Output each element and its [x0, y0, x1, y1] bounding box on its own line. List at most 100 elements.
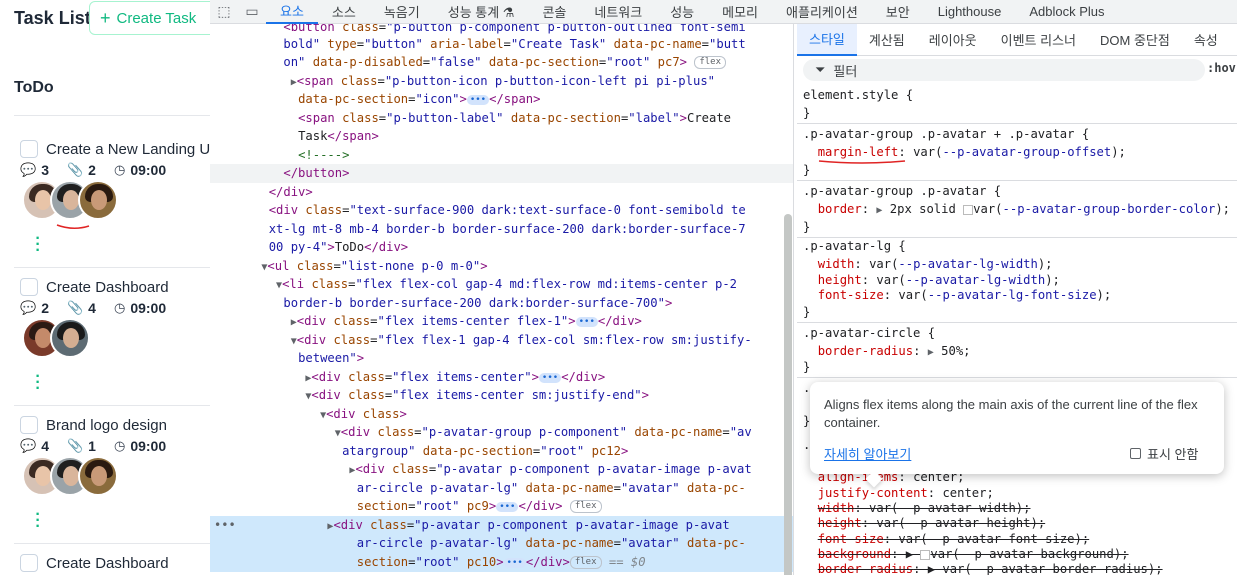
style-rule-selector[interactable]: .p-avatar-group .p-avatar + .p-avatar {	[803, 125, 1089, 143]
task-name: Brand logo design	[46, 416, 167, 434]
ellipsis-badge[interactable]: •••	[503, 557, 526, 568]
dont-show-label: 표시 안함	[1147, 447, 1199, 462]
styles-tab-bar: 스타일 계산됨 레이아웃 이벤트 리스너 DOM 중단점 속성	[797, 24, 1237, 56]
task-checkbox[interactable]	[20, 140, 38, 158]
style-declaration-overridden[interactable]: border-radius: ▶ var(--p-avatar-border-r…	[803, 560, 1163, 575]
avatar[interactable]	[78, 180, 118, 220]
learn-more-link[interactable]: 자세히 알아보기	[824, 444, 911, 463]
tab-memory[interactable]: 메모리	[708, 0, 772, 24]
dom-line[interactable]: xt-lg mt-8 mb-4 border-b border-surface-…	[210, 220, 793, 239]
task-checkbox[interactable]	[20, 416, 38, 434]
dom-line[interactable]: section="root" pc9> ••• </div> flex	[210, 497, 793, 516]
more-options-icon[interactable]: · · ·	[35, 231, 41, 259]
tooltip-text: Aligns flex items along the main axis of…	[824, 397, 1198, 430]
tab-network[interactable]: 네트워크	[580, 0, 656, 24]
dom-line[interactable]: ▼<div class="p-avatar-group p-component"…	[210, 423, 793, 444]
avatar-group	[22, 318, 90, 358]
dom-line[interactable]: border-b border-surface-200 dark:border-…	[210, 294, 793, 313]
style-rule-selector[interactable]: .p-avatar-circle {	[803, 324, 935, 342]
tab-sources[interactable]: 소스	[318, 0, 370, 24]
tab-recorder[interactable]: 녹음기	[370, 0, 434, 24]
avatar[interactable]	[78, 456, 118, 496]
hover-state-toggle[interactable]: :hov	[1207, 61, 1236, 75]
color-swatch[interactable]	[963, 204, 974, 215]
scrollbar[interactable]	[784, 214, 792, 575]
dom-line[interactable]: between">	[210, 349, 793, 368]
tab-properties[interactable]: 속성	[1182, 24, 1230, 56]
comment-count: 4	[41, 438, 49, 454]
tab-lighthouse[interactable]: Lighthouse	[924, 0, 1016, 24]
dom-line[interactable]: ▼<li class="flex flex-col gap-4 md:flex-…	[210, 275, 793, 296]
device-toolbar-icon[interactable]: ▭	[238, 3, 266, 20]
dom-line[interactable]: <!---->	[210, 146, 793, 165]
create-task-button[interactable]: + Create Task	[89, 1, 210, 35]
rule-divider	[797, 322, 1237, 323]
dom-line[interactable]: bold" type="button" aria-label="Create T…	[210, 35, 793, 54]
tab-security[interactable]: 보안	[872, 0, 924, 24]
more-options-icon[interactable]: · · ·	[35, 369, 41, 397]
ellipsis-badge[interactable]: •••	[496, 501, 519, 512]
dom-line[interactable]: <div class="text-surface-900 dark:text-s…	[210, 201, 793, 220]
style-rule-selector[interactable]: .p-avatar-lg {	[803, 237, 906, 255]
tab-adblock-plus[interactable]: Adblock Plus	[1015, 0, 1118, 24]
rule-divider	[797, 377, 1237, 378]
style-declaration[interactable]: border-radius: ▶ 50%;	[803, 342, 971, 362]
dom-line[interactable]: 00 py-4">ToDo</div>	[210, 238, 793, 257]
css-property-tooltip: Aligns flex items along the main axis of…	[810, 382, 1224, 488]
dom-line[interactable]: Task</span>	[210, 127, 793, 146]
task-time: 09:00	[130, 162, 167, 178]
flex-badge[interactable]: flex	[694, 56, 727, 69]
devtools-panel: ⬚ ▭ 요소 소스 녹음기 성능 통계 ⚗ 콘솔 네트워크 성능 메모리 애플리…	[210, 0, 1237, 575]
tab-dom-breakpoints[interactable]: DOM 중단점	[1088, 24, 1182, 56]
attachment-count: 4	[88, 300, 96, 316]
task-checkbox[interactable]	[20, 554, 38, 572]
dom-line[interactable]: ▶<div class="p-avatar p-component p-avat…	[210, 460, 793, 481]
task-checkbox[interactable]	[20, 278, 38, 296]
dom-line[interactable]: on" data-p-disabled="false" data-pc-sect…	[210, 53, 793, 72]
page-title: Task List	[14, 8, 91, 28]
tab-console[interactable]: 콘솔	[528, 0, 580, 24]
dom-line[interactable]: ▼<div class="flex items-center sm:justif…	[210, 386, 793, 407]
tab-performance-insights[interactable]: 성능 통계 ⚗	[434, 0, 529, 24]
clock-icon: ◷	[113, 438, 126, 453]
dom-line-selected[interactable]: section="root" pc10> ••• </div> flex == $0	[210, 553, 793, 572]
checkbox-icon[interactable]	[1130, 448, 1141, 459]
task-divider	[14, 543, 210, 544]
dont-show-toggle[interactable]: 표시 안함	[1130, 444, 1198, 463]
dom-line-selected[interactable]: ar-circle p-avatar-lg" data-pc-name="ava…	[210, 534, 793, 553]
dom-line[interactable]: <span class="p-button-label" data-pc-sec…	[210, 109, 793, 128]
inspect-element-icon[interactable]: ⬚	[210, 3, 238, 20]
tab-elements[interactable]: 요소	[266, 0, 318, 24]
style-declaration[interactable]: font-size: var(--p-avatar-lg-font-size);	[803, 286, 1112, 304]
tab-performance[interactable]: 성능	[656, 0, 708, 24]
ellipsis-badge[interactable]: •••	[538, 372, 562, 383]
tab-layout[interactable]: 레이아웃	[917, 24, 989, 56]
tab-event-listeners[interactable]: 이벤트 리스너	[989, 24, 1088, 56]
tab-styles[interactable]: 스타일	[797, 24, 857, 56]
dom-line[interactable]: ▶<div class="flex items-center flex-1"> •…	[210, 312, 793, 333]
tab-application[interactable]: 애플리케이션	[772, 0, 872, 24]
style-rule[interactable]: element.style {	[803, 86, 913, 104]
avatar[interactable]	[50, 318, 90, 358]
tab-computed[interactable]: 계산됨	[857, 24, 917, 56]
dom-line[interactable]: </div>	[210, 183, 793, 202]
style-declaration[interactable]: border: ▶ 2px solid var(--p-avatar-group…	[803, 200, 1230, 220]
style-rule-selector[interactable]: .p-avatar-group .p-avatar {	[803, 182, 1001, 200]
red-annotation-underline	[56, 224, 90, 229]
comment-icon: 💬	[20, 438, 37, 453]
dom-line[interactable]: atargroup" data-pc-section="root" pc12>	[210, 442, 793, 461]
ellipsis-badge[interactable]: •••	[466, 94, 490, 105]
flex-badge[interactable]: flex	[569, 556, 602, 569]
elements-tree[interactable]: <button class="p-button p-component p-bu…	[210, 24, 794, 575]
task-divider	[14, 267, 210, 268]
dom-line[interactable]: </button>	[210, 164, 793, 183]
section-heading-todo: ToDo	[14, 79, 54, 96]
flex-badge[interactable]: flex	[569, 500, 602, 513]
styles-filter-input[interactable]: ⏷ 필터	[803, 59, 1205, 81]
more-options-icon[interactable]: · · ·	[35, 507, 41, 535]
task-app: Task List + Create Task ToDo Create a Ne…	[0, 0, 210, 575]
dom-line[interactable]: data-pc-section="icon"> ••• </span>	[210, 90, 793, 109]
dom-line[interactable]: ar-circle p-avatar-lg" data-pc-name="ava…	[210, 479, 793, 498]
rule-divider	[797, 180, 1237, 181]
ellipsis-badge[interactable]: •••	[575, 316, 598, 327]
